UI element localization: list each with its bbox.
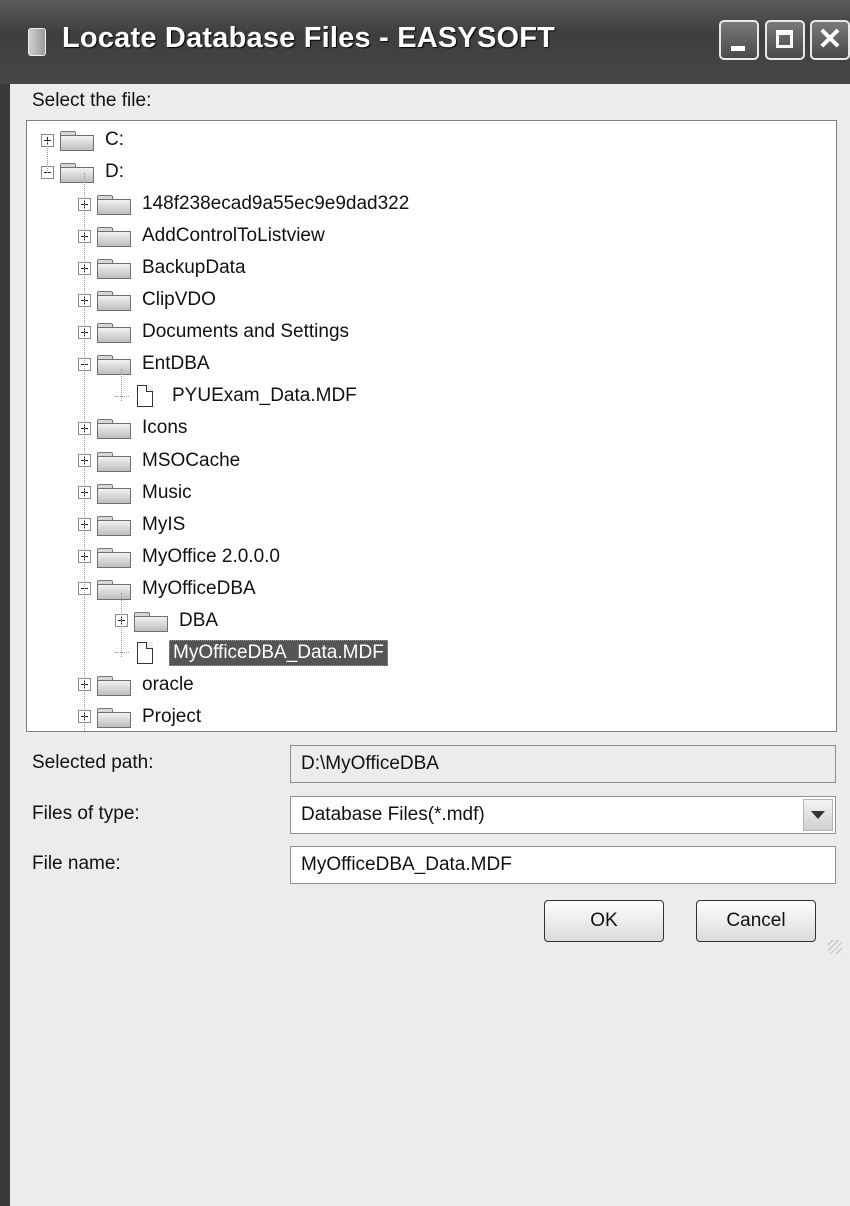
selected-path-value: D:\MyOfficeDBA: [301, 753, 439, 774]
resize-grip[interactable]: [828, 940, 842, 954]
tree-connector: [47, 141, 48, 173]
folder-icon: [134, 611, 168, 632]
tree-folder-item[interactable]: MSOCache: [78, 446, 243, 476]
window-title: Locate Database Files - EASYSOFT: [62, 22, 556, 54]
folder-icon: [60, 162, 94, 184]
tree-folder-item[interactable]: oracle: [78, 670, 197, 700]
tree-connector: [84, 173, 85, 731]
folder-icon: [97, 354, 131, 376]
tree-item-label: MSOCache: [142, 449, 241, 471]
tree-connector: [115, 652, 129, 654]
tree-folder-item[interactable]: Icons: [78, 413, 190, 443]
file-tree[interactable]: C: D: 148f238ecad9a55ec9e9dad322 AddControl…: [26, 120, 837, 732]
tree-folder-item[interactable]: ClipVDO: [78, 285, 219, 315]
files-of-type-value: Database Files(*.mdf): [301, 804, 485, 825]
tree-item-label: MyOfficeDBA: [142, 577, 256, 599]
tree-item-label: MyOffice 2.0.0.0: [142, 545, 280, 567]
selected-path-label: Selected path:: [32, 752, 154, 773]
database-icon: [28, 28, 46, 56]
close-icon: ✕: [817, 23, 843, 56]
file-name-label: File name:: [32, 853, 121, 874]
tree-folder-item[interactable]: Project: [78, 702, 204, 731]
files-of-type-select[interactable]: Database Files(*.mdf): [290, 796, 836, 834]
maximize-button[interactable]: [765, 20, 805, 60]
ok-button[interactable]: OK: [544, 900, 664, 942]
tree-folder-item[interactable]: 148f238ecad9a55ec9e9dad322: [78, 189, 412, 219]
tree-item-label: 148f238ecad9a55ec9e9dad322: [142, 193, 410, 215]
cancel-button[interactable]: Cancel: [696, 900, 816, 942]
folder-icon: [97, 418, 131, 440]
tree-item-label: BackupData: [142, 257, 246, 279]
tree-folder-item[interactable]: MyOffice 2.0.0.0: [78, 542, 283, 572]
folder-icon: [97, 194, 131, 216]
tree-folder-item[interactable]: C:: [41, 125, 127, 155]
tree-item-label: Icons: [142, 417, 188, 439]
dropdown-button[interactable]: [803, 799, 833, 831]
folder-icon: [97, 675, 131, 696]
file-name-value: MyOfficeDBA_Data.MDF: [301, 854, 512, 875]
tree-folder-item[interactable]: DBA: [115, 606, 221, 636]
tree-connector: [115, 395, 129, 397]
minimize-icon: [731, 46, 745, 51]
folder-icon: [97, 547, 131, 568]
close-button[interactable]: ✕: [810, 20, 850, 60]
tree-item-label: DBA: [179, 609, 219, 631]
tree-item-label: oracle: [142, 673, 194, 695]
tree-item-label: C:: [105, 129, 124, 150]
tree-item-label: MyIS: [142, 513, 186, 535]
tree-connector: [121, 369, 122, 401]
tree-item-label: Music: [142, 481, 192, 503]
tree-connector: [121, 593, 122, 657]
select-file-label: Select the file:: [32, 90, 152, 111]
file-icon: [137, 641, 153, 664]
file-icon: [137, 385, 153, 408]
tree-folder-item[interactable]: Documents and Settings: [78, 317, 352, 347]
tree-file-item[interactable]: MyOfficeDBA_Data.MDF: [115, 638, 388, 668]
folder-icon: [97, 258, 131, 280]
folder-icon: [97, 515, 131, 536]
title-bar[interactable]: Locate Database Files - EASYSOFT ✕: [0, 0, 850, 84]
file-name-input[interactable]: MyOfficeDBA_Data.MDF: [290, 846, 836, 884]
tree-file-item[interactable]: PYUExam_Data.MDF: [115, 381, 360, 411]
minimize-button[interactable]: [719, 20, 759, 60]
folder-icon: [97, 290, 131, 312]
tree-item-label: Project: [142, 705, 202, 727]
folder-icon: [97, 451, 131, 472]
tree-folder-item[interactable]: EntDBA: [78, 349, 213, 379]
folder-icon: [97, 707, 131, 728]
tree-item-label: D:: [105, 161, 124, 183]
folder-icon: [60, 130, 94, 151]
tree-item-label: EntDBA: [142, 353, 210, 375]
folder-icon: [97, 226, 131, 248]
tree-folder-item[interactable]: Music: [78, 478, 195, 508]
dialog-window: Locate Database Files - EASYSOFT ✕ Selec…: [0, 0, 850, 1206]
tree-folder-item[interactable]: AddControlToListview: [78, 221, 328, 251]
chevron-down-icon: [811, 811, 825, 819]
tree-item-label: PYUExam_Data.MDF: [172, 385, 357, 407]
files-of-type-label: Files of type:: [32, 803, 140, 824]
tree-folder-item[interactable]: MyIS: [78, 510, 188, 540]
maximize-icon: [776, 30, 793, 48]
tree-item-label: AddControlToListview: [142, 225, 325, 247]
folder-icon: [97, 322, 131, 344]
tree-item-label: MyOfficeDBA_Data.MDF: [169, 639, 388, 666]
tree-item-label: Documents and Settings: [142, 321, 350, 343]
selected-path-field: D:\MyOfficeDBA: [290, 745, 836, 783]
tree-item-label: ClipVDO: [142, 289, 216, 311]
folder-icon: [97, 483, 131, 504]
folder-icon: [97, 579, 131, 600]
tree-folder-item[interactable]: MyOfficeDBA: [78, 574, 259, 604]
tree-folder-item[interactable]: BackupData: [78, 253, 249, 283]
